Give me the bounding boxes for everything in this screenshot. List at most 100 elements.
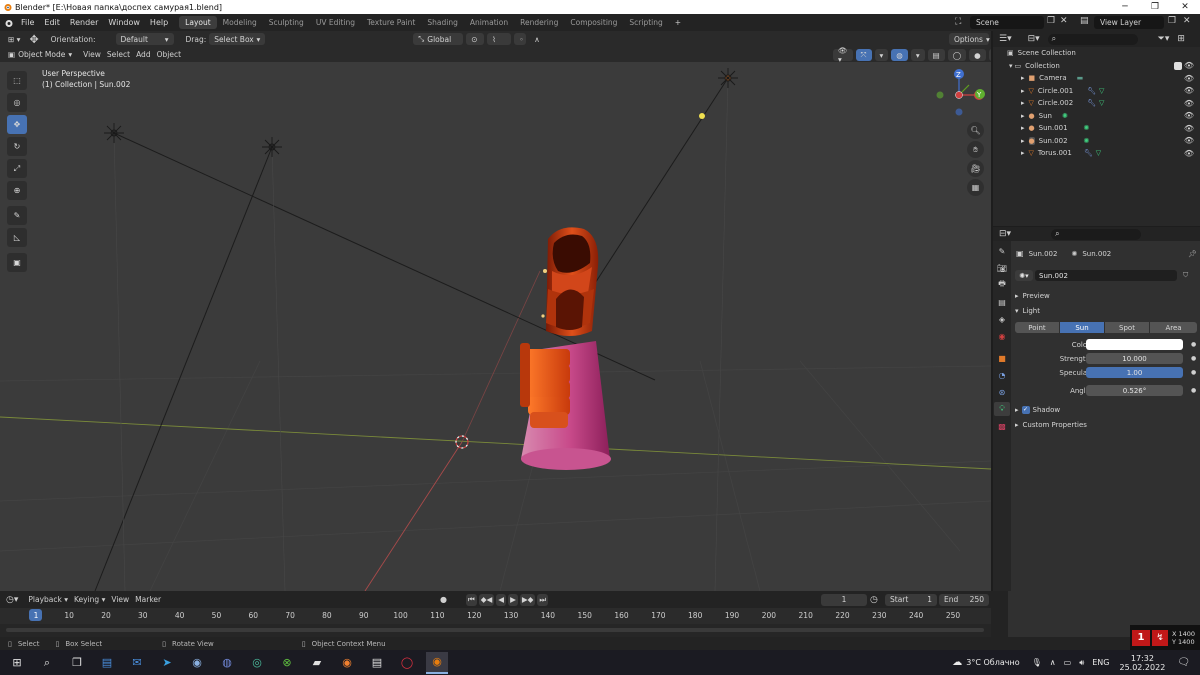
tab-animation[interactable]: Animation bbox=[464, 16, 514, 29]
mesh-data-icon[interactable]: ▽ bbox=[1096, 149, 1101, 157]
outliner-item-sun001[interactable]: ▸ ● Sun.001 ✺ 👁︎ bbox=[993, 122, 1200, 135]
properties-editor-icon[interactable]: ⊟▾ bbox=[999, 229, 1011, 239]
tab-compositing[interactable]: Compositing bbox=[564, 16, 623, 29]
tab-shading[interactable]: Shading bbox=[421, 16, 463, 29]
light-data-icon[interactable]: ✺ bbox=[1084, 137, 1090, 145]
shadow-checkbox[interactable]: ✓ bbox=[1021, 405, 1030, 414]
outliner-search-input[interactable]: ⌕ bbox=[1047, 33, 1138, 45]
move-tool-icon[interactable]: ✥ bbox=[7, 115, 27, 134]
pin-icon[interactable]: 📌︎ bbox=[1188, 250, 1197, 258]
outliner-item-circle002[interactable]: ▸ ▽ Circle.002 🔧︎ ▽ 👁︎ bbox=[993, 97, 1200, 110]
end-frame-field[interactable]: End 250 bbox=[939, 593, 989, 606]
tab-modeling[interactable]: Modeling bbox=[217, 16, 263, 29]
xray-icon[interactable]: ▤ bbox=[927, 49, 945, 61]
taskbar-xbox-icon[interactable]: ⊗ bbox=[276, 652, 298, 674]
pivot-point-icon[interactable]: ⊙ bbox=[466, 33, 485, 45]
datablock-name-input[interactable]: Sun.002 bbox=[1035, 270, 1177, 281]
physics-tab-icon[interactable]: ◔ bbox=[994, 368, 1010, 382]
outliner-item-circle001[interactable]: ▸ ▽ Circle.001 🔧︎ ▽ 👁︎ bbox=[993, 85, 1200, 98]
render-tab-icon[interactable]: 📷︎ bbox=[994, 261, 1010, 275]
timeline-scrollbar[interactable] bbox=[6, 628, 984, 632]
menu-render[interactable]: Render bbox=[65, 18, 103, 27]
overlay-options-icon[interactable]: ▾ bbox=[910, 49, 925, 61]
view-layer-copy-icon[interactable]: ❐ bbox=[1168, 16, 1176, 26]
light-color-swatch[interactable] bbox=[1086, 339, 1183, 350]
jump-keyframe-forward-icon[interactable]: ▶◆ bbox=[519, 593, 536, 606]
tray-overflow-icon[interactable]: ∧ bbox=[1050, 658, 1056, 667]
mesh-data-icon[interactable]: ▽ bbox=[1099, 87, 1104, 95]
add-cube-tool-icon[interactable]: ▣ bbox=[7, 253, 27, 272]
sun002-lamp-icon[interactable] bbox=[718, 68, 738, 88]
menu-help[interactable]: Help bbox=[145, 18, 173, 27]
light-type-spot[interactable]: Spot bbox=[1105, 322, 1149, 333]
select-menu[interactable]: Select bbox=[107, 50, 130, 59]
taskbar-steam-icon[interactable]: ◉ bbox=[186, 652, 208, 674]
minimize-button[interactable]: ─ bbox=[1110, 0, 1140, 14]
pan-hand-icon[interactable]: ✋︎ bbox=[967, 141, 984, 158]
properties-search-input[interactable]: ⌕ bbox=[1051, 228, 1142, 240]
gizmo-toggle-icon[interactable]: ⤧ bbox=[855, 49, 872, 61]
light-data-icon[interactable]: ✺ bbox=[1084, 124, 1090, 132]
keying-menu[interactable]: Keying ▾ bbox=[74, 595, 105, 604]
tab-sculpting[interactable]: Sculpting bbox=[263, 16, 310, 29]
outliner-item-torus001[interactable]: ▸ ▽ Torus.001 🔧︎ ▽ 👁︎ bbox=[993, 147, 1200, 160]
select-box-tool-icon[interactable]: ⬚ bbox=[7, 71, 27, 90]
sun002-target-handle[interactable] bbox=[699, 113, 705, 119]
taskbar-mail-icon[interactable]: ✉ bbox=[126, 652, 148, 674]
visibility-eye-icon[interactable]: 👁︎ bbox=[1184, 74, 1194, 83]
camera-data-icon[interactable]: ▬ bbox=[1077, 74, 1084, 82]
keyframe-dot-icon[interactable]: ● bbox=[1191, 369, 1196, 376]
object-mode-dropdown[interactable]: ▣ Object Mode ▾ bbox=[3, 49, 77, 61]
world-tab-icon[interactable]: ◉ bbox=[994, 329, 1010, 343]
filter-icon[interactable]: ⏷▾ bbox=[1158, 34, 1170, 44]
add-workspace-button[interactable]: + bbox=[669, 16, 687, 29]
transform-tool-icon[interactable]: ✥ bbox=[29, 33, 38, 46]
taskbar-discord-icon[interactable]: ◍ bbox=[216, 652, 238, 674]
outliner-item-sun002[interactable]: ▸ ● Sun.002 ✺ 👁︎ bbox=[993, 135, 1200, 148]
light-data-tab-icon[interactable]: 💡︎ bbox=[994, 402, 1010, 416]
modifier-wrench-icon[interactable]: 🔧︎ bbox=[1084, 149, 1093, 157]
menu-edit[interactable]: Edit bbox=[39, 18, 65, 27]
gizmo-options-icon[interactable]: ▾ bbox=[874, 49, 889, 61]
collapse-arrow-icon[interactable]: ▸ bbox=[1021, 74, 1025, 82]
material-shading-icon[interactable]: ◑ bbox=[988, 49, 991, 61]
notifications-icon[interactable]: 🗨︎ bbox=[1177, 657, 1190, 668]
taskbar-origin-icon[interactable]: ◉ bbox=[336, 652, 358, 674]
current-frame-field[interactable]: 1 bbox=[821, 593, 867, 606]
close-button[interactable]: ✕ bbox=[1170, 0, 1200, 14]
orientation-dropdown[interactable]: Default ▾ bbox=[115, 33, 174, 45]
light-type-point[interactable]: Point bbox=[1015, 322, 1059, 333]
measure-tool-icon[interactable]: ◺ bbox=[7, 228, 27, 247]
scene-selector[interactable]: Scene bbox=[970, 16, 1044, 29]
collapse-arrow-icon[interactable]: ▸ bbox=[1021, 99, 1025, 107]
camera-view-icon[interactable]: 🎥︎ bbox=[967, 160, 984, 177]
taskbar-telegram-icon[interactable]: ➤ bbox=[156, 652, 178, 674]
keyframe-dot-icon[interactable]: ● bbox=[1191, 387, 1196, 394]
menu-file[interactable]: File bbox=[16, 18, 39, 27]
microphone-icon[interactable]: 🎙︎ bbox=[1032, 658, 1042, 667]
display-mode-icon[interactable]: ⊟▾ bbox=[1028, 34, 1040, 44]
light-type-area[interactable]: Area bbox=[1150, 322, 1197, 333]
editor-type-icon[interactable]: ⊞ ▾ bbox=[3, 33, 25, 45]
light-type-sun[interactable]: Sun bbox=[1060, 322, 1104, 333]
menu-window[interactable]: Window bbox=[103, 18, 145, 27]
scene-remove-icon[interactable]: ✕ bbox=[1060, 16, 1068, 26]
drag-dropdown[interactable]: Select Box ▾ bbox=[209, 33, 266, 45]
task-view-icon[interactable]: ❐ bbox=[66, 652, 88, 674]
view-layer-tab-icon[interactable]: ▤ bbox=[994, 295, 1010, 309]
play-icon[interactable]: ▶ bbox=[508, 593, 518, 606]
visibility-eye-icon[interactable]: 👁︎ bbox=[1184, 61, 1194, 70]
timeline-track[interactable] bbox=[0, 624, 991, 637]
output-tab-icon[interactable]: 🖶︎ bbox=[994, 278, 1010, 292]
taskbar-blender-icon[interactable]: ◉ bbox=[426, 651, 448, 674]
visibility-eye-icon[interactable]: 👁︎ bbox=[1184, 136, 1194, 145]
proportional-edit-icon[interactable]: ◦ bbox=[514, 33, 527, 45]
tab-rendering[interactable]: Rendering bbox=[514, 16, 564, 29]
light-browse-icon[interactable]: ✺▾ bbox=[1015, 270, 1033, 281]
play-reverse-icon[interactable]: ◀ bbox=[496, 593, 507, 606]
network-icon[interactable]: ▭ bbox=[1064, 658, 1072, 667]
playback-menu[interactable]: Playback ▾ bbox=[28, 595, 68, 604]
light-panel-header[interactable]: ▾ Light bbox=[1011, 304, 1200, 317]
snap-icon[interactable]: ⌇ bbox=[487, 33, 512, 45]
outliner-item-camera[interactable]: ▸ ■ Camera ▬ 👁︎ bbox=[993, 72, 1200, 85]
